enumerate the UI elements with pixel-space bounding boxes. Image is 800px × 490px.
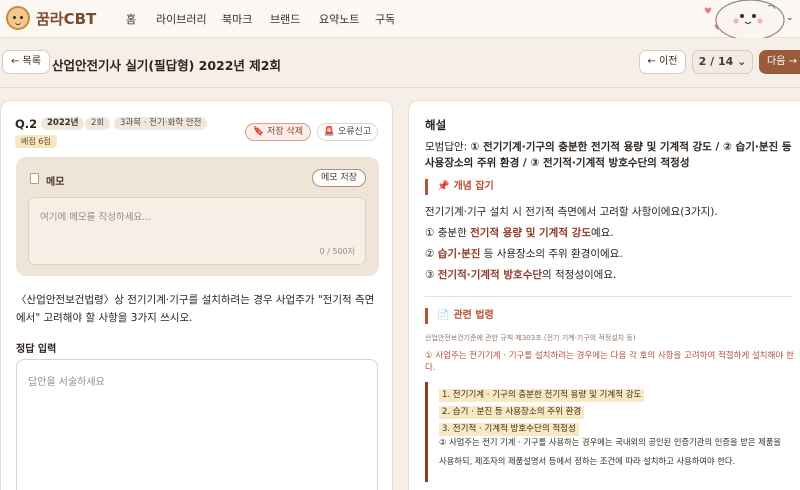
nav-library[interactable]: 라이브러리 bbox=[156, 11, 207, 27]
model-answer-prefix: 모범답안: bbox=[425, 141, 471, 153]
point-highlight: 습기·분진 bbox=[437, 248, 481, 260]
nav-summary-note[interactable]: 요약노트 bbox=[319, 11, 359, 27]
memo-char-count: 0 / 500자 bbox=[319, 247, 355, 256]
score-badge: 배점 6점 bbox=[15, 135, 57, 148]
answer-label: 정답 입력 bbox=[16, 344, 57, 355]
point-number: ③ bbox=[425, 269, 435, 281]
document-icon: 📄 bbox=[437, 310, 450, 321]
explanation-title: 해설 bbox=[425, 118, 447, 132]
back-to-list-button[interactable]: ← 목록 bbox=[2, 50, 50, 74]
logo-text: 꿈라CBT bbox=[36, 9, 97, 28]
top-navigation: 꿈라CBT 홈 라이브러리 북마크 브랜드 요약노트 구독 ♥ ♥ ⌄ bbox=[0, 0, 800, 38]
concept-heading-label: 개념 잡기 bbox=[453, 181, 494, 192]
svg-text:♥: ♥ bbox=[704, 7, 712, 17]
point-number: ② bbox=[425, 248, 435, 260]
concept-point-3: ③ 전기적·기계적 방호수단의 적정성이에요. bbox=[425, 267, 616, 282]
law-clause-2: ② 사업주는 전기 기계 · 기구를 사용하는 경우에는 국내외의 공인된 인증… bbox=[439, 437, 782, 466]
nav-bookmark[interactable]: 북마크 bbox=[222, 11, 252, 27]
question-text: 〈산업안전보건법령〉상 전기기계·기구를 설치하려는 경우 사업주가 "전기적 … bbox=[16, 294, 375, 324]
answer-placeholder: 답안을 서술하세요 bbox=[28, 377, 105, 388]
concept-intro: 전기기계·기구 설치 시 전기적 측면에서 고려할 사항이에요(3가지). bbox=[425, 206, 718, 218]
point-number: ① bbox=[425, 227, 435, 239]
remove-bookmark-button[interactable]: 🔖 저장 삭제 bbox=[245, 123, 311, 141]
section-divider bbox=[425, 296, 793, 297]
svg-text:⌄: ⌄ bbox=[786, 13, 794, 23]
memo-icon bbox=[30, 173, 39, 184]
explanation-card: 해설 모범답안: ① 전기기계·기구의 충분한 전기적 용량 및 기계적 강도 … bbox=[408, 100, 800, 490]
law-clause-1: ① 사업주는 전기기계 · 기구를 설치하려는 경우에는 다음 각 호의 사항을… bbox=[425, 351, 794, 373]
question-number: Q.2 bbox=[15, 117, 38, 131]
nav-brand[interactable]: 브랜드 bbox=[270, 11, 300, 27]
law-item: 2. 습기 · 분진 등 사용장소의 주위 환경 bbox=[439, 406, 585, 419]
model-answer-text: ① 전기기계·기구의 충분한 전기적 용량 및 기계적 강도 / ② 습기·분진… bbox=[425, 141, 792, 169]
next-question-button[interactable]: 다음 → bbox=[759, 50, 800, 74]
nav-subscribe[interactable]: 구독 bbox=[375, 11, 395, 27]
question-pager-select[interactable]: 2 / 14 ⌄ bbox=[692, 50, 753, 74]
point-post: 의 적정성이에요. bbox=[542, 269, 617, 281]
memo-placeholder: 여기에 메모를 작성하세요... bbox=[40, 212, 152, 223]
concept-point-2: ② 습기·분진 등 사용장소의 주위 환경이에요. bbox=[425, 246, 623, 261]
page-title: 산업안전기사 실기(필답형) 2022년 제2회 bbox=[52, 58, 281, 73]
point-highlight: 전기적·기계적 방호수단 bbox=[437, 269, 543, 281]
law-item: 1. 전기기계 · 기구의 충분한 전기적 용량 및 기계적 강도 bbox=[439, 389, 645, 402]
law-source: 산업안전보건기준에 관한 규칙 제303조 (전기 기계·기구의 적정설치 등) bbox=[425, 334, 636, 342]
memo-label: 메모 bbox=[46, 177, 65, 188]
concept-section-heading: 📌 개념 잡기 bbox=[425, 179, 494, 195]
report-error-button[interactable]: 🚨 오류신고 bbox=[317, 123, 378, 141]
round-badge: 2회 bbox=[85, 117, 111, 130]
point-post: 등 사용장소의 주위 환경이에요. bbox=[480, 248, 623, 260]
law-quote-block: 1. 전기기계 · 기구의 충분한 전기적 용량 및 기계적 강도 2. 습기 … bbox=[425, 382, 795, 482]
nav-home[interactable]: 홈 bbox=[126, 11, 136, 27]
point-post: 예요. bbox=[590, 227, 614, 239]
year-badge: 2022년 bbox=[41, 117, 85, 130]
mascot-illustration-icon[interactable]: ♥ ♥ ⌄ bbox=[700, 0, 800, 38]
subject-badge: 3과목 · 전기·화학 안전 bbox=[114, 117, 208, 130]
question-card: Q.2 2022년 2회 3과목 · 전기·화학 안전 배점 6점 🔖 저장 삭… bbox=[0, 100, 393, 490]
model-answer: 모범답안: ① 전기기계·기구의 충분한 전기적 용량 및 기계적 강도 / ②… bbox=[425, 139, 800, 171]
memo-textarea[interactable]: 여기에 메모를 작성하세요... 0 / 500자 bbox=[28, 197, 366, 265]
prev-question-button[interactable]: ← 이전 bbox=[639, 50, 686, 74]
point-pre: 충분한 bbox=[437, 227, 471, 239]
concept-point-1: ① 충분한 전기적 용량 및 기계적 강도예요. bbox=[425, 225, 614, 240]
logo[interactable]: 꿈라CBT bbox=[6, 6, 96, 30]
exam-header: ← 목록 산업안전기사 실기(필답형) 2022년 제2회 ← 이전 2 / 1… bbox=[0, 38, 800, 88]
law-heading-label: 관련 법령 bbox=[453, 310, 494, 321]
law-item: 3. 전기적 · 기계적 방호수단의 적정성 bbox=[439, 423, 579, 436]
memo-save-button[interactable]: 메모 저장 bbox=[312, 169, 366, 187]
pin-icon: 📌 bbox=[437, 181, 450, 192]
memo-panel: 메모 메모 저장 여기에 메모를 작성하세요... 0 / 500자 bbox=[16, 157, 379, 276]
law-section-heading: 📄 관련 법령 bbox=[425, 308, 494, 324]
point-highlight: 전기적 용량 및 기계적 강도 bbox=[470, 227, 591, 239]
logo-mascot-icon bbox=[6, 6, 30, 30]
answer-textarea[interactable]: 답안을 서술하세요 bbox=[16, 359, 378, 490]
